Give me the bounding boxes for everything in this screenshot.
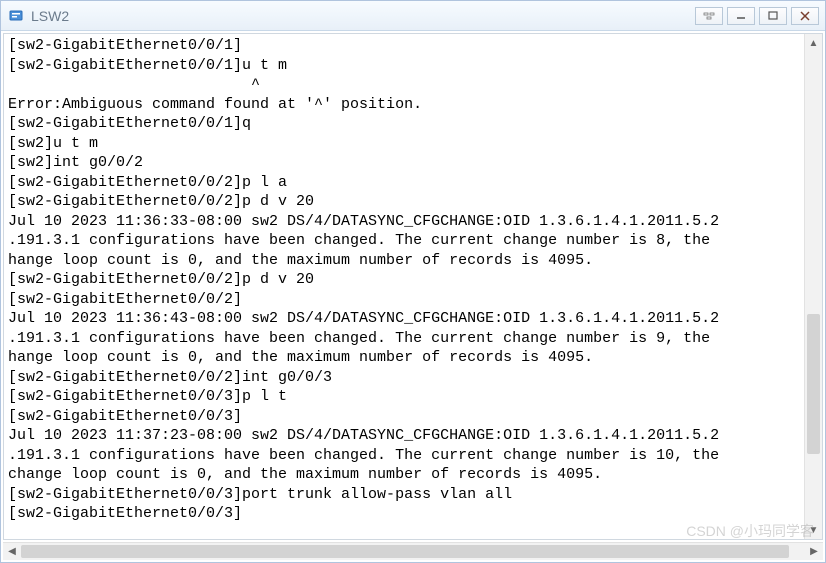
scroll-left-arrow-icon[interactable]: ◀ bbox=[3, 543, 21, 560]
vertical-scrollbar[interactable]: ▲ ▼ bbox=[804, 34, 822, 539]
titlebar[interactable]: LSW2 bbox=[1, 1, 825, 31]
app-window: LSW2 [sw2-GigabitEthernet0/0/1] [sw2-Gig… bbox=[0, 0, 826, 563]
scroll-up-arrow-icon[interactable]: ▲ bbox=[805, 34, 822, 52]
close-button[interactable] bbox=[791, 7, 819, 25]
minimize-button[interactable] bbox=[727, 7, 755, 25]
window-controls bbox=[695, 7, 819, 25]
watermark: CSDN @小玛同学客 bbox=[686, 521, 814, 541]
window-title: LSW2 bbox=[31, 8, 695, 24]
terminal-output[interactable]: [sw2-GigabitEthernet0/0/1] [sw2-GigabitE… bbox=[4, 34, 804, 539]
horizontal-scrollbar-thumb[interactable] bbox=[21, 545, 789, 558]
content-area: [sw2-GigabitEthernet0/0/1] [sw2-GigabitE… bbox=[3, 33, 823, 540]
scroll-right-arrow-icon[interactable]: ▶ bbox=[805, 543, 823, 560]
app-icon bbox=[7, 7, 25, 25]
vertical-scrollbar-thumb[interactable] bbox=[807, 314, 820, 454]
horizontal-scrollbar-track[interactable] bbox=[21, 543, 805, 560]
maximize-button[interactable] bbox=[759, 7, 787, 25]
options-button[interactable] bbox=[695, 7, 723, 25]
horizontal-scrollbar[interactable]: ◀ ▶ bbox=[3, 542, 823, 560]
